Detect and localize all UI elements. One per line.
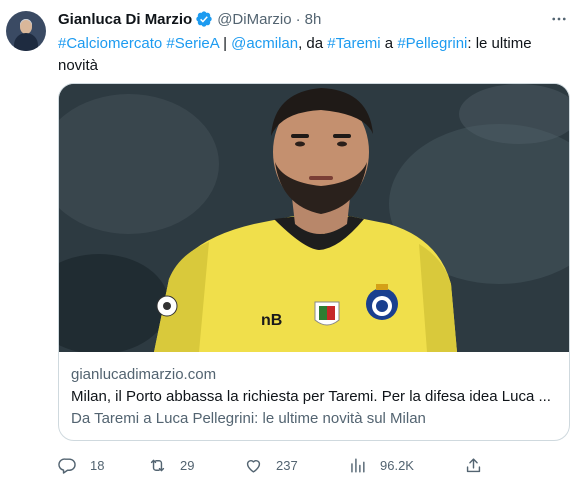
sponsor-logo: nB [261, 312, 282, 329]
avatar[interactable] [6, 11, 46, 51]
retweet-icon [150, 459, 165, 471]
views-button[interactable]: 96.2K [348, 454, 414, 476]
card-title[interactable]: Milan, il Porto abbassa la richiesta per… [71, 388, 559, 405]
tweet[interactable]: Gianluca Di Marzio @DiMarzio · 8h #Calci… [0, 0, 580, 484]
mention-link[interactable]: @acmilan [231, 35, 298, 52]
views-chart-icon [351, 457, 365, 473]
like-button[interactable]: 237 [244, 454, 298, 476]
portugal-badge [314, 301, 340, 326]
retweet-button[interactable]: 29 [148, 454, 194, 476]
tweet-text-segment: , da [298, 35, 328, 52]
hashtag-link[interactable]: #Calciomercato [58, 35, 162, 52]
reply-icon [58, 457, 76, 474]
hashtag-link[interactable]: #SerieA [166, 35, 219, 52]
tweet-text-segment: a [380, 35, 398, 52]
views-count: 96.2K [380, 457, 414, 473]
tweet-text: #Calciomercato #SerieA | @acmilan, da #T… [58, 33, 558, 77]
card-description: Da Taremi a Luca Pellegrini: le ultime n… [71, 410, 426, 427]
tweet-text-segment: | [218, 35, 232, 52]
verified-badge-icon [196, 11, 212, 27]
avatar-head [20, 20, 32, 34]
player-photo: nB [59, 84, 569, 352]
tweet-header: Gianluca Di Marzio @DiMarzio · 8h [58, 9, 321, 29]
retweet-count: 29 [180, 457, 195, 473]
avatar-body [14, 33, 38, 51]
reply-count: 18 [90, 457, 105, 473]
like-count: 237 [276, 457, 298, 473]
more-dots-icon[interactable] [548, 9, 570, 29]
share-icon [466, 457, 481, 472]
author-handle[interactable]: @DiMarzio [217, 11, 291, 28]
author-name[interactable]: Gianluca Di Marzio [58, 11, 192, 28]
separator-dot: · [295, 10, 301, 28]
link-card[interactable]: nB gianlucadimarzio.com Milan, il Porto … [58, 83, 570, 441]
hashtag-link[interactable]: #Taremi [327, 35, 380, 52]
card-image[interactable]: nB [59, 84, 569, 352]
hashtag-link[interactable]: #Pellegrini [397, 35, 467, 52]
svg-text:nB: nB [261, 312, 282, 329]
heart-icon [246, 459, 261, 473]
share-button[interactable] [464, 454, 483, 476]
action-bar: 18 29 237 96.2K [58, 454, 488, 476]
league-patch [156, 295, 178, 317]
reply-button[interactable]: 18 [58, 454, 104, 476]
tweet-time[interactable]: 8h [305, 11, 322, 28]
card-domain[interactable]: gianlucadimarzio.com [71, 366, 216, 383]
